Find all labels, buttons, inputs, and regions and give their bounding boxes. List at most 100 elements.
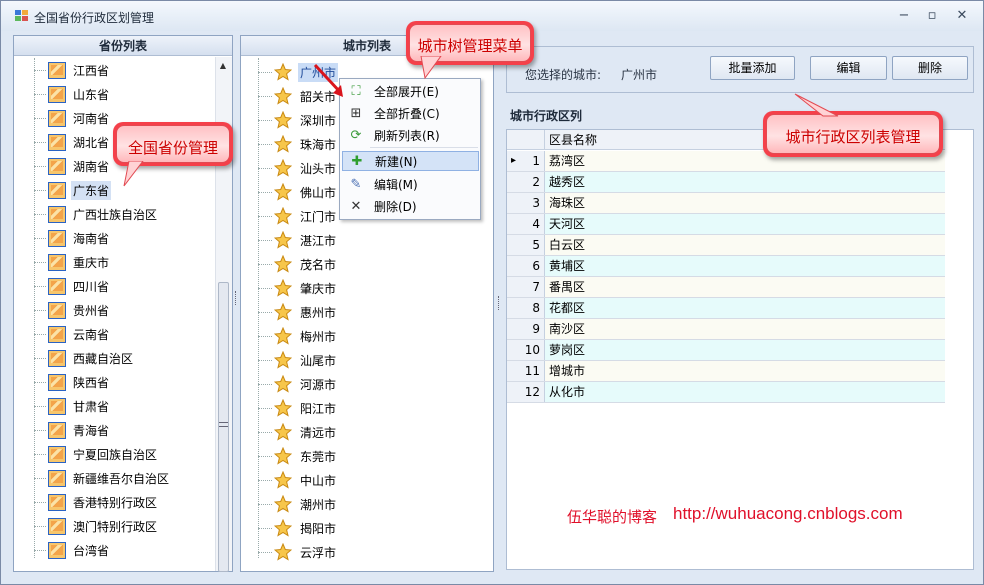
blog-url[interactable]: http://wuhuacong.cnblogs.com	[673, 504, 903, 524]
table-row[interactable]: 10 萝岗区	[507, 340, 945, 361]
city-tree-item[interactable]: 云浮市	[258, 541, 338, 563]
table-row[interactable]: 6 黄埔区	[507, 256, 945, 277]
province-label: 西藏自治区	[73, 351, 134, 366]
city-tree-item[interactable]: 湛江市	[258, 229, 338, 251]
district-callout: 城市行政区列表管理	[763, 111, 943, 157]
city-tree-item[interactable]: 深圳市	[258, 109, 338, 131]
city-tree-item[interactable]: 江门市	[258, 205, 338, 227]
row-number: 10	[507, 340, 545, 360]
city-tree-item[interactable]: 中山市	[258, 469, 338, 491]
province-tree-item[interactable]: 海南省	[34, 227, 111, 249]
province-label: 香港特别行政区	[73, 495, 158, 510]
district-name-cell[interactable]: 荔湾区	[547, 151, 585, 171]
city-label: 潮州市	[300, 497, 337, 512]
city-tree-item[interactable]: 揭阳市	[258, 517, 338, 539]
city-tree-item[interactable]: 梅州市	[258, 325, 338, 347]
delete-icon: ✕	[350, 198, 362, 214]
province-tree-item[interactable]: 云南省	[34, 323, 111, 345]
star-icon	[274, 279, 292, 297]
context-menu-item[interactable]: ⊞ 全部折叠(C)	[342, 103, 479, 123]
context-menu-item[interactable]: ✚ 新建(N)	[342, 151, 479, 171]
province-tree-item[interactable]: 江西省	[34, 59, 111, 81]
table-row[interactable]: 12 从化市	[507, 382, 945, 403]
context-menu-item[interactable]: ⟳ 刷新列表(R)	[342, 125, 479, 145]
province-folder-icon	[48, 277, 66, 295]
province-tree-item[interactable]: 青海省	[34, 419, 111, 441]
province-panel: 省份列表 江西省 山东省 河南省 湖北省 湖南省 广东省 广西壮族自治区 海南省 重庆市 四川省贵…	[13, 35, 233, 572]
province-folder-icon	[48, 445, 66, 463]
column-header-district-name[interactable]: 区县名称	[547, 130, 597, 150]
city-tree-item[interactable]: 汕尾市	[258, 349, 338, 371]
minimize-button[interactable]: −	[894, 8, 914, 24]
province-tree-item[interactable]: 湖南省	[34, 155, 111, 177]
batch-add-button[interactable]: 批量添加	[710, 56, 795, 80]
selected-city-value: 广州市	[621, 68, 658, 82]
city-tree-item[interactable]: 东莞市	[258, 445, 338, 467]
maximize-button[interactable]: ▫	[922, 8, 942, 24]
edit-button[interactable]: 编辑	[810, 56, 887, 80]
province-tree-item[interactable]: 宁夏回族自治区	[34, 443, 159, 465]
province-tree-item[interactable]: 重庆市	[34, 251, 111, 273]
table-row[interactable]: 9 南沙区	[507, 319, 945, 340]
city-menu-callout-pointer-icon	[420, 56, 442, 80]
province-tree-item[interactable]: 河南省	[34, 107, 111, 129]
table-row[interactable]: 2 越秀区	[507, 172, 945, 193]
province-label: 甘肃省	[73, 399, 110, 414]
district-name-cell[interactable]: 南沙区	[547, 319, 585, 339]
province-tree-item[interactable]: 四川省	[34, 275, 111, 297]
city-tree-item[interactable]: 潮州市	[258, 493, 338, 515]
province-tree-item[interactable]: 广西壮族自治区	[34, 203, 159, 225]
table-row[interactable]: 3 海珠区	[507, 193, 945, 214]
close-button[interactable]: ✕	[952, 8, 972, 24]
province-tree-item[interactable]: 湖北省	[34, 131, 111, 153]
district-name-cell[interactable]: 越秀区	[547, 172, 585, 192]
city-label: 湛江市	[300, 233, 337, 248]
city-tree-item[interactable]: 珠海市	[258, 133, 338, 155]
district-name-cell[interactable]: 海珠区	[547, 193, 585, 213]
district-name-cell[interactable]: 番禺区	[547, 277, 585, 297]
context-menu-item[interactable]: ✎ 编辑(M)	[342, 174, 479, 194]
context-menu-item[interactable]: ✕ 删除(D)	[342, 196, 479, 216]
district-name-cell[interactable]: 白云区	[547, 235, 585, 255]
district-name-cell[interactable]: 天河区	[547, 214, 585, 234]
table-row[interactable]: 11 增城市	[507, 361, 945, 382]
scroll-thumb[interactable]	[218, 282, 229, 572]
delete-button[interactable]: 删除	[892, 56, 968, 80]
province-tree-item[interactable]: 广东省	[34, 179, 112, 201]
city-tree-item[interactable]: 惠州市	[258, 301, 338, 323]
star-icon	[274, 159, 292, 177]
province-tree-item[interactable]: 甘肃省	[34, 395, 111, 417]
province-tree-item[interactable]: 台湾省	[34, 539, 111, 561]
table-row[interactable]: 8 花都区	[507, 298, 945, 319]
city-tree-item[interactable]: 阳江市	[258, 397, 338, 419]
table-row[interactable]: 4 天河区	[507, 214, 945, 235]
city-context-menu: ⛶ 全部展开(E) ⊞ 全部折叠(C) ⟳ 刷新列表(R) ✚ 新建(N) ✎ 编辑(M) ✕ 删除(…	[339, 78, 481, 220]
district-name-cell[interactable]: 萝岗区	[547, 340, 585, 360]
city-tree-item[interactable]: 肇庆市	[258, 277, 338, 299]
province-tree-item[interactable]: 贵州省	[34, 299, 111, 321]
district-name-cell[interactable]: 花都区	[547, 298, 585, 318]
star-icon	[274, 543, 292, 561]
province-tree-item[interactable]: 香港特别行政区	[34, 491, 159, 513]
province-tree-item[interactable]: 西藏自治区	[34, 347, 135, 369]
province-tree-item[interactable]: 陕西省	[34, 371, 111, 393]
city-tree-item[interactable]: 河源市	[258, 373, 338, 395]
city-tree-item[interactable]: 茂名市	[258, 253, 338, 275]
province-tree-item[interactable]: 新疆维吾尔自治区	[34, 467, 171, 489]
province-tree-item[interactable]: 山东省	[34, 83, 111, 105]
row-number: 9	[507, 319, 545, 339]
district-name-cell[interactable]: 增城市	[547, 361, 585, 381]
city-tree-item[interactable]: 清远市	[258, 421, 338, 443]
province-label: 海南省	[73, 231, 110, 246]
province-tree-item[interactable]: 澳门特别行政区	[34, 515, 159, 537]
app-icon	[15, 10, 29, 22]
table-row[interactable]: 5 白云区	[507, 235, 945, 256]
scroll-up-arrow-icon[interactable]: ▲	[216, 59, 230, 73]
city-tree-item[interactable]: 佛山市	[258, 181, 338, 203]
star-icon	[274, 183, 292, 201]
district-name-cell[interactable]: 黄埔区	[547, 256, 585, 276]
table-row[interactable]: 7 番禺区	[507, 277, 945, 298]
city-tree-item[interactable]: 汕头市	[258, 157, 338, 179]
star-icon	[274, 447, 292, 465]
district-name-cell[interactable]: 从化市	[547, 382, 585, 402]
